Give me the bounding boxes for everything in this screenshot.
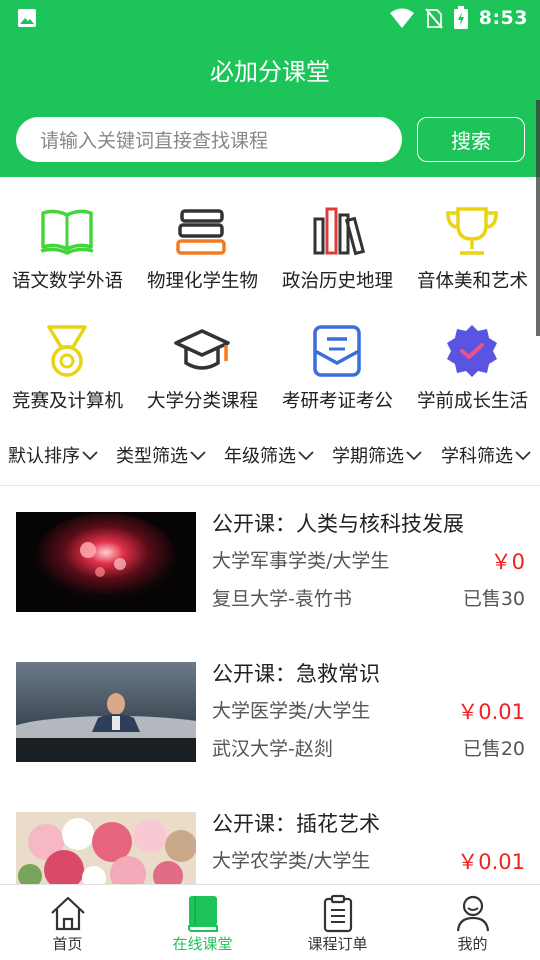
tab-label: 我的: [457, 935, 488, 953]
category-item-competition-computer[interactable]: 竞赛及计算机: [0, 297, 135, 417]
course-price: ￥0.01: [457, 850, 525, 874]
tab-label: 课程订单: [307, 935, 368, 953]
filter-type[interactable]: 类型筛选: [116, 442, 206, 468]
course-item[interactable]: 公开课：急救常识 大学医学类/大学生 ￥0.01 武汉大学-赵剡 已售20: [0, 662, 540, 782]
course-category: 大学农学类/大学生: [212, 850, 371, 872]
home-icon: [51, 896, 85, 931]
course-title: 公开课：插花艺术: [212, 812, 380, 836]
category-label: 大学分类课程: [146, 391, 258, 412]
course-category: 大学医学类/大学生: [212, 700, 371, 722]
page-title: 必加分课堂: [210, 58, 330, 86]
course-title: 公开课：急救常识: [212, 662, 380, 686]
bottom-tab-bar: 首页 在线课堂 课程订单 我的: [0, 884, 540, 960]
badge-check-icon: [447, 325, 497, 377]
app-bar: 必加分课堂: [0, 36, 540, 100]
course-thumbnail: [16, 512, 196, 612]
tab-label: 首页: [52, 935, 83, 953]
tab-home[interactable]: 首页: [0, 885, 135, 960]
category-item-politics-history-geography[interactable]: 政治历史地理: [270, 177, 405, 297]
filter-label: 默认排序: [8, 446, 80, 467]
category-item-physics-chemistry-biology[interactable]: 物理化学生物: [135, 177, 270, 297]
tab-course-orders[interactable]: 课程订单: [270, 885, 405, 960]
divider: [0, 485, 540, 486]
no-sim-icon: [424, 8, 443, 29]
trophy-icon: [446, 207, 498, 255]
chevron-down-icon: [190, 451, 206, 461]
wifi-icon: [389, 8, 414, 28]
search-input[interactable]: 请输入关键词直接查找课程: [16, 117, 402, 162]
graduation-cap-icon: [174, 329, 230, 370]
status-bar: 8:53: [0, 0, 540, 36]
tab-mine[interactable]: 我的: [405, 885, 540, 960]
filter-label: 学科筛选: [441, 446, 513, 467]
search-button[interactable]: 搜索: [417, 117, 525, 162]
document-icon: [313, 325, 361, 377]
category-label: 物理化学生物: [146, 271, 258, 292]
filter-subject[interactable]: 学科筛选: [441, 442, 531, 468]
gallery-icon: [18, 9, 36, 27]
bookshelf-icon: [313, 207, 366, 256]
category-item-preschool-life[interactable]: 学前成长生活: [405, 297, 540, 417]
course-sold-count: 已售20: [462, 738, 525, 760]
search-placeholder: 请输入关键词直接查找课程: [40, 130, 269, 152]
chevron-down-icon: [406, 451, 422, 461]
filter-label: 学期筛选: [332, 446, 404, 467]
course-price: ￥0: [490, 550, 525, 574]
category-item-chinese-math-language[interactable]: 语文数学外语: [0, 177, 135, 297]
filter-semester[interactable]: 学期筛选: [332, 442, 422, 468]
tab-label: 在线课堂: [172, 935, 233, 953]
course-sold-count: 已售30: [462, 588, 525, 610]
chevron-down-icon: [515, 451, 531, 461]
book-icon: [40, 209, 94, 255]
tab-online-classroom[interactable]: 在线课堂: [135, 885, 270, 960]
filter-bar: 默认排序 类型筛选 年级筛选 学期筛选 学科筛选: [0, 436, 540, 472]
course-school-teacher: 复旦大学-袁竹书: [212, 588, 352, 610]
course-title: 公开课：人类与核科技发展: [212, 512, 464, 536]
status-time: 8:53: [478, 7, 528, 29]
books-stack-icon: [176, 209, 226, 255]
clipboard-icon: [323, 894, 353, 933]
user-icon: [456, 895, 490, 932]
course-price: ￥0.01: [457, 700, 525, 724]
battery-icon: [453, 6, 468, 29]
book-closed-icon: [188, 896, 218, 932]
course-school-teacher: 武汉大学-赵剡: [212, 738, 333, 760]
filter-label: 类型筛选: [116, 446, 188, 467]
filter-grade[interactable]: 年级筛选: [224, 442, 314, 468]
course-category: 大学军事学类/大学生: [212, 550, 390, 572]
course-thumbnail: [16, 662, 196, 762]
category-label: 政治历史地理: [281, 271, 393, 292]
category-label: 学前成长生活: [416, 391, 528, 412]
course-item[interactable]: 公开课：人类与核科技发展 大学军事学类/大学生 ￥0 复旦大学-袁竹书 已售30: [0, 512, 540, 632]
search-bar: 请输入关键词直接查找课程 搜索: [0, 100, 540, 177]
category-label: 语文数学外语: [11, 271, 123, 292]
filter-default-sort[interactable]: 默认排序: [8, 442, 98, 468]
category-label: 音体美和艺术: [416, 271, 528, 292]
category-item-exams-certificates[interactable]: 考研考证考公: [270, 297, 405, 417]
category-label: 竞赛及计算机: [11, 391, 123, 412]
category-item-university-courses[interactable]: 大学分类课程: [135, 297, 270, 417]
chevron-down-icon: [298, 451, 314, 461]
filter-label: 年级筛选: [224, 446, 296, 467]
chevron-down-icon: [82, 451, 98, 461]
category-item-music-sports-art[interactable]: 音体美和艺术: [405, 177, 540, 297]
medal-icon: [47, 325, 87, 377]
category-label: 考研考证考公: [281, 391, 393, 412]
